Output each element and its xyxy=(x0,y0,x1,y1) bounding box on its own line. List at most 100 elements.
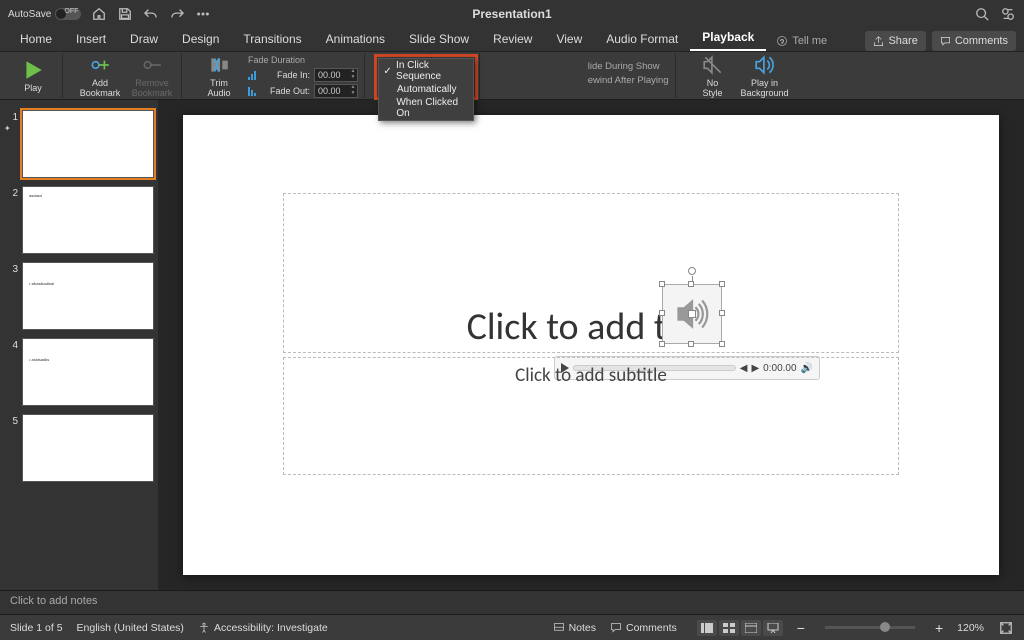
tab-slideshow[interactable]: Slide Show xyxy=(397,28,481,51)
add-bookmark-button[interactable]: Add Bookmark xyxy=(77,54,123,98)
speaker-icon xyxy=(674,296,710,332)
notes-toggle[interactable]: Notes xyxy=(553,622,596,634)
fade-out-value: 00.00 xyxy=(315,86,349,96)
more-icon[interactable] xyxy=(195,6,211,22)
search-icon[interactable] xyxy=(974,6,990,22)
accessibility-status[interactable]: Accessibility: Investigate xyxy=(198,622,328,634)
play-background-button[interactable]: Play in Background xyxy=(742,54,788,98)
tell-me[interactable]: Tell me xyxy=(766,31,837,51)
zoom-value[interactable]: 120% xyxy=(957,622,984,634)
play-button[interactable]: Play xyxy=(10,59,56,93)
title-text[interactable]: Click to add title xyxy=(284,304,898,350)
reading-view-icon[interactable] xyxy=(741,620,761,636)
subtitle-text[interactable]: Click to add subtitle xyxy=(284,364,898,387)
home-icon[interactable] xyxy=(91,6,107,22)
status-bar: Slide 1 of 5 English (United States) Acc… xyxy=(0,614,1024,640)
animation-star-icon: ✦ xyxy=(4,124,11,133)
comments-btn-label: Comments xyxy=(626,622,677,634)
fade-duration-header: Fade Duration xyxy=(248,55,358,65)
tab-home[interactable]: Home xyxy=(8,28,64,51)
tab-transitions[interactable]: Transitions xyxy=(231,28,313,51)
add-bookmark-label: Add Bookmark xyxy=(80,78,121,98)
comments-button[interactable]: Comments xyxy=(932,31,1016,51)
share-label: Share xyxy=(888,35,917,47)
save-icon[interactable] xyxy=(117,6,133,22)
slide-counter: Slide 1 of 5 xyxy=(10,622,63,634)
fade-in-icon xyxy=(248,70,260,80)
dropdown-item-auto[interactable]: Automatically xyxy=(379,83,473,96)
fit-window-icon[interactable] xyxy=(998,620,1014,636)
comments-toggle[interactable]: Comments xyxy=(610,622,677,634)
tab-playback[interactable]: Playback xyxy=(690,26,766,51)
fade-out-label: Fade Out: xyxy=(264,86,310,96)
slideshow-view-icon[interactable] xyxy=(763,620,783,636)
fade-out-input[interactable]: 00.00▲▼ xyxy=(314,84,358,98)
no-style-label: No Style xyxy=(703,78,723,98)
no-style-button[interactable]: No Style xyxy=(690,54,736,98)
tab-design[interactable]: Design xyxy=(170,28,231,51)
check-icon: ✓ xyxy=(383,66,392,77)
hide-during-label: lide During Show xyxy=(588,61,660,72)
rewind-after-label: ewind After Playing xyxy=(588,75,669,86)
start-dropdown[interactable]: ✓In Click Sequence Automatically When Cl… xyxy=(378,58,474,121)
zoom-out[interactable]: − xyxy=(797,620,805,636)
autosave-toggle[interactable]: AutoSave OFF xyxy=(8,8,81,20)
dropdown-item-clicked[interactable]: When Clicked On xyxy=(379,96,473,120)
thumb-3[interactable]: • slkaslkadlsal xyxy=(22,262,154,330)
play-label: Play xyxy=(24,83,42,93)
rotate-handle[interactable] xyxy=(688,267,696,275)
fade-in-label: Fade In: xyxy=(264,70,310,80)
trim-audio-button[interactable]: Trim Audio xyxy=(196,54,242,98)
thumb-num-4: 4 xyxy=(4,338,18,406)
thumb-1[interactable] xyxy=(22,110,154,178)
share-button[interactable]: Share xyxy=(865,31,925,51)
redo-icon[interactable] xyxy=(169,6,185,22)
autosave-label: AutoSave xyxy=(8,9,51,20)
thumb-3-text: • slkaslkadlsal xyxy=(29,281,54,286)
notes-btn-label: Notes xyxy=(569,622,596,634)
thumb-num-3: 3 xyxy=(4,262,18,330)
main-area: 1✦ 2asdasd 3 • slkaslkadlsal 4 • asldsadks… xyxy=(0,100,1024,590)
subtitle-placeholder[interactable]: Click to add subtitle xyxy=(283,357,899,475)
thumb-4[interactable]: • asldsadks xyxy=(22,338,154,406)
thumb-4-text: • asldsadks xyxy=(29,357,49,362)
audio-object[interactable] xyxy=(662,284,722,344)
thumb-2[interactable]: asdasd xyxy=(22,186,154,254)
hide-during-check[interactable]: lide During Show xyxy=(588,61,660,72)
view-buttons xyxy=(697,620,783,636)
tell-me-label: Tell me xyxy=(792,35,827,47)
fade-duration-group: Fade Duration Fade In: 00.00▲▼ Fade Out:… xyxy=(248,53,358,98)
fade-in-input[interactable]: 00.00▲▼ xyxy=(314,68,358,82)
tab-draw[interactable]: Draw xyxy=(118,28,170,51)
ribbon: Play Add Bookmark Remove Bookmark Trim A… xyxy=(0,52,1024,100)
thumb-5[interactable] xyxy=(22,414,154,482)
sorter-view-icon[interactable] xyxy=(719,620,739,636)
comments-label: Comments xyxy=(955,35,1008,47)
slide[interactable]: ◀ ▶ 0:00.00 🔊 Click to add title Click t… xyxy=(183,115,999,575)
language-status[interactable]: English (United States) xyxy=(77,622,184,634)
autosave-state: OFF xyxy=(64,8,78,15)
normal-view-icon[interactable] xyxy=(697,620,717,636)
thumb-num-1: 1 xyxy=(12,112,18,123)
accessibility-label: Accessibility: Investigate xyxy=(214,622,328,634)
tab-insert[interactable]: Insert xyxy=(64,28,118,51)
zoom-slider[interactable] xyxy=(825,626,915,629)
sync-icon[interactable] xyxy=(1000,6,1016,22)
zoom-in[interactable]: + xyxy=(935,620,943,636)
tab-audioformat[interactable]: Audio Format xyxy=(594,28,690,51)
dropdown-item-sequence[interactable]: ✓In Click Sequence xyxy=(379,59,473,83)
slide-thumbnails[interactable]: 1✦ 2asdasd 3 • slkaslkadlsal 4 • asldsadks… xyxy=(0,100,158,590)
tab-view[interactable]: View xyxy=(544,28,594,51)
rewind-after-check[interactable]: ewind After Playing xyxy=(588,75,669,86)
fade-out-icon xyxy=(248,86,260,96)
thumb-num-2: 2 xyxy=(4,186,18,254)
autosave-pill[interactable]: OFF xyxy=(55,8,81,20)
tab-review[interactable]: Review xyxy=(481,28,544,51)
dd-label-2: When Clicked On xyxy=(396,97,469,119)
notes-pane[interactable]: Click to add notes xyxy=(0,590,1024,614)
tab-animations[interactable]: Animations xyxy=(314,28,397,51)
dd-label-1: Automatically xyxy=(397,84,456,95)
undo-icon[interactable] xyxy=(143,6,159,22)
title-placeholder[interactable]: ◀ ▶ 0:00.00 🔊 Click to add title xyxy=(283,193,899,353)
slide-canvas[interactable]: ◀ ▶ 0:00.00 🔊 Click to add title Click t… xyxy=(158,100,1024,590)
